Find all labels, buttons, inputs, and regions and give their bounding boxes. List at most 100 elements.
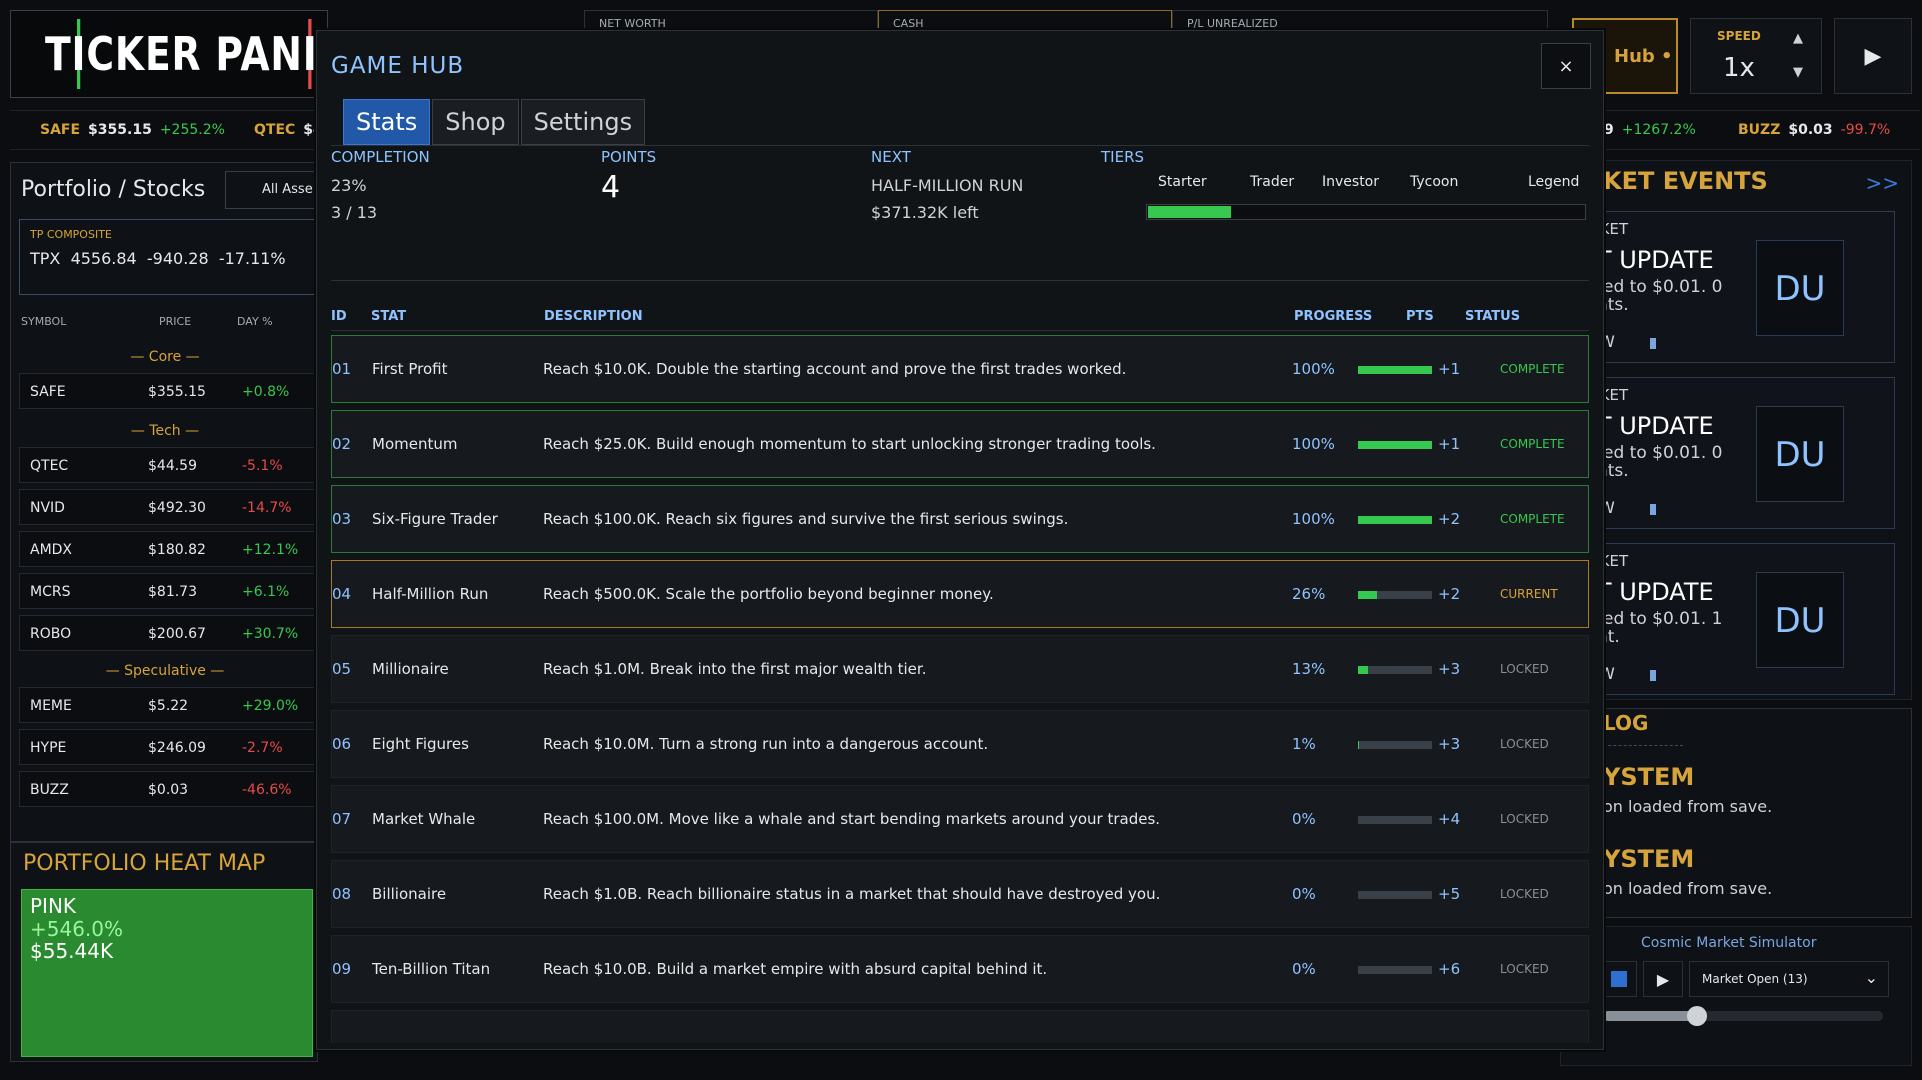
tier-label: Legend xyxy=(1528,174,1580,190)
stat-progress-bar xyxy=(1358,591,1432,599)
stat-description: Reach $10.0B. Build a market empire with… xyxy=(543,960,1048,978)
expand-events-icon[interactable]: >> xyxy=(1865,171,1899,195)
play-icon: ▶ xyxy=(1864,43,1882,69)
game-hub-modal: GAME HUB × Stats Shop Settings COMPLETIO… xyxy=(316,30,1604,1050)
stats-summary: COMPLETION 23% 3 / 13 POINTS 4 NEXT HALF… xyxy=(331,145,1589,281)
ticker-item[interactable]: QTEC $4 xyxy=(254,112,323,148)
stat-name: First Profit xyxy=(372,360,448,378)
stat-progress-fill xyxy=(1358,591,1378,599)
portfolio-title: Portfolio / Stocks xyxy=(21,177,206,202)
event-card[interactable]: MARKET KET UPDATE moved to $0.01. 1 even… xyxy=(1573,543,1895,695)
stock-row[interactable]: HYPE $246.09 -2.7% xyxy=(19,729,319,765)
stat-name: Millionaire xyxy=(372,660,449,678)
stat-progress-fill xyxy=(1358,441,1432,449)
group-speculative: — Speculative — xyxy=(105,663,225,679)
stat-row[interactable]: 02 Momentum Reach $25.0K. Build enough mom… xyxy=(331,410,1589,478)
speed-down-icon[interactable]: ▼ xyxy=(1793,65,1803,80)
stat-description: Reach $1.0M. Break into the first major … xyxy=(543,660,927,678)
stat-progress-bar xyxy=(1358,816,1432,824)
col-price: PRICE xyxy=(159,315,192,328)
stat-description: Reach $100.0K. Reach six figures and sur… xyxy=(543,510,1069,528)
log-message: on loaded from save. xyxy=(1603,879,1773,898)
play-button[interactable]: ▶ xyxy=(1834,18,1912,94)
tier-progress-fill xyxy=(1148,206,1232,218)
stat-row[interactable]: 05 Millionaire Reach $1.0M. Break into the… xyxy=(331,635,1589,703)
event-badge: DU xyxy=(1756,240,1844,336)
stat-status: LOCKED xyxy=(1500,662,1549,676)
completion-summary: COMPLETION 23% 3 / 13 xyxy=(331,148,430,222)
tab-shop[interactable]: Shop xyxy=(432,99,519,145)
stock-row[interactable]: SAFE $355.15 +0.8% xyxy=(19,373,319,409)
event-badge: DU xyxy=(1756,406,1844,502)
play-icon: ▶ xyxy=(1656,969,1670,989)
heat-map-panel: PORTFOLIO HEAT MAP PINK +546.0% $55.44K xyxy=(10,842,318,1062)
stat-points: +1 xyxy=(1438,360,1461,378)
stock-row[interactable]: QTEC $44.59 -5.1% xyxy=(19,447,319,483)
stat-progress: 0% xyxy=(1292,810,1316,828)
stat-progress-bar xyxy=(1358,666,1432,674)
ticker-item[interactable]: 9 +1267.2% xyxy=(1604,112,1696,148)
stat-row[interactable]: 04 Half-Million Run Reach $500.0K. Scale t… xyxy=(331,560,1589,628)
simulator-panel: Cosmic Market Simulator ▶ Market Open (1… xyxy=(1560,926,1912,1066)
stat-name: Billionaire xyxy=(372,885,447,903)
stock-row[interactable]: NVID $492.30 -14.7% xyxy=(19,489,319,525)
stat-row[interactable]: 01 First Profit Reach $10.0K. Double the s… xyxy=(331,335,1589,403)
speed-label: SPEED xyxy=(1717,29,1761,43)
stock-row[interactable]: MCRS $81.73 +6.1% xyxy=(19,573,319,609)
stat-name: Market Whale xyxy=(372,810,476,828)
stat-progress: 0% xyxy=(1292,885,1316,903)
speed-value: 1x xyxy=(1723,53,1755,83)
heat-map-tile[interactable]: PINK +546.0% $55.44K xyxy=(21,889,313,1057)
close-button[interactable]: × xyxy=(1541,43,1591,89)
market-mode-select[interactable]: Market Open (13) ⌄ xyxy=(1689,961,1889,997)
stat-row[interactable] xyxy=(331,1010,1589,1043)
col-id: ID xyxy=(331,309,347,324)
stock-row[interactable]: BUZZ $0.03 -46.6% xyxy=(19,771,319,807)
event-card[interactable]: MARKET KET UPDATE moved to $0.01. 0 even… xyxy=(1573,377,1895,529)
tab-stats[interactable]: Stats xyxy=(343,99,431,145)
stat-id: 01 xyxy=(332,360,352,378)
stat-progress: 100% xyxy=(1292,360,1335,378)
stat-status: CURRENT xyxy=(1500,587,1558,601)
points-summary: POINTS 4 xyxy=(601,148,657,205)
severity-bar xyxy=(1650,338,1656,349)
stat-name: Momentum xyxy=(372,435,458,453)
stat-progress: 26% xyxy=(1292,585,1326,603)
stat-name: Eight Figures xyxy=(372,735,469,753)
stat-progress-bar xyxy=(1358,516,1432,524)
sim-slider[interactable] xyxy=(1603,1006,1883,1026)
stock-row[interactable]: ROBO $200.67 +30.7% xyxy=(19,615,319,651)
event-card[interactable]: MARKET KET UPDATE moved to $0.01. 0 even… xyxy=(1573,211,1895,363)
sim-slider-handle[interactable] xyxy=(1687,1006,1707,1026)
sim-play-button[interactable]: ▶ xyxy=(1643,961,1683,997)
speed-up-icon[interactable]: ▲ xyxy=(1793,31,1803,46)
stat-status: COMPLETE xyxy=(1500,437,1565,451)
stat-description: Reach $10.0M. Turn a strong run into a d… xyxy=(543,735,989,753)
stat-row[interactable]: 03 Six-Figure Trader Reach $100.0K. Reach … xyxy=(331,485,1589,553)
stat-description: Reach $1.0B. Reach billionaire status in… xyxy=(543,885,1161,903)
stat-id: 05 xyxy=(332,660,352,678)
brand-wordmark: TICKER PANIC xyxy=(45,19,345,89)
stat-row[interactable]: 08 Billionaire Reach $1.0B. Reach billiona… xyxy=(331,860,1589,928)
stat-row[interactable]: 09 Ten-Billion Titan Reach $10.0B. Build a… xyxy=(331,935,1589,1003)
col-pts: PTS xyxy=(1406,309,1434,324)
stat-progress-fill xyxy=(1358,366,1432,374)
stat-row[interactable]: 06 Eight Figures Reach $10.0M. Turn a stro… xyxy=(331,710,1589,778)
stock-row[interactable]: AMDX $180.82 +12.1% xyxy=(19,531,319,567)
stat-points: +3 xyxy=(1438,735,1461,753)
portfolio-panel: Portfolio / Stocks All Asse TP COMPOSITE… xyxy=(10,162,325,842)
stat-points: +6 xyxy=(1438,960,1461,978)
stock-row[interactable]: MEME $5.22 +29.0% xyxy=(19,687,319,723)
stat-points: +2 xyxy=(1438,510,1461,528)
stat-id: 06 xyxy=(332,735,352,753)
stat-row[interactable]: 07 Market Whale Reach $100.0M. Move like a… xyxy=(331,785,1589,853)
log-source: YSTEM xyxy=(1603,763,1695,791)
asset-filter-dropdown[interactable]: All Asse xyxy=(225,171,325,209)
pause-button[interactable] xyxy=(1601,961,1637,997)
ticker-item[interactable]: SAFE $355.15 +255.2% xyxy=(40,112,225,148)
log-divider xyxy=(1603,745,1683,746)
stat-id: 03 xyxy=(332,510,352,528)
tab-settings[interactable]: Settings xyxy=(520,99,646,145)
severity-bar xyxy=(1650,504,1656,515)
ticker-item[interactable]: BUZZ $0.03 -99.7% xyxy=(1738,112,1890,148)
